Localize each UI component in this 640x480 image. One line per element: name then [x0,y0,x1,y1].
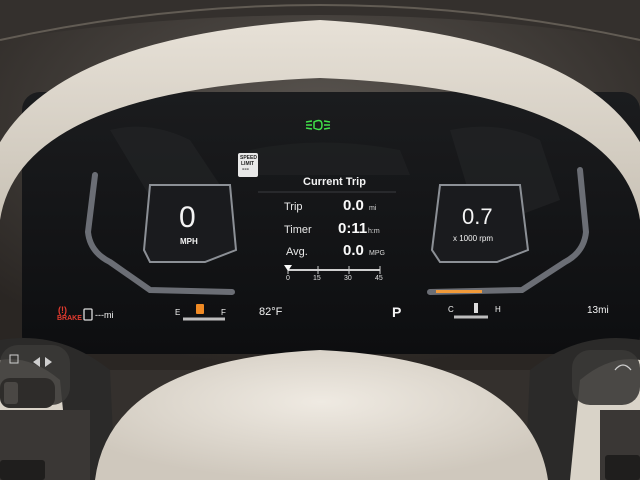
coolant-icon [474,303,478,313]
timer-row-unit: h:m [368,228,380,235]
brake-warning-label: BRAKE [57,315,82,322]
gear-indicator: P [392,304,402,320]
timer-row-label: Timer [284,224,312,236]
fuel-pump-icon [196,304,204,314]
dashboard-scene [0,0,640,480]
mpg-tick-0: 0 [286,275,290,282]
trip-row-value: 0.0 [343,197,364,214]
mpg-tick-45: 45 [375,275,383,282]
coolant-hot-label: H [495,305,501,314]
tach-unit: x 1000 rpm [453,234,494,243]
timer-row-value: 0:11 [338,220,368,237]
trip-row-unit: mi [369,205,377,212]
range-readout: ---mi [95,310,114,320]
avg-row-label: Avg. [286,246,308,258]
right-switch-cluster [572,350,640,405]
mpg-tick-30: 30 [344,275,352,282]
fuel-full-label: F [221,308,226,317]
coolant-cold-label: C [448,305,454,314]
trip-row-label: Trip [284,201,303,213]
speed-unit: MPH [180,237,198,246]
avg-row-unit: MPG [369,250,385,257]
trip-panel-title: Current Trip [303,176,366,188]
speed-limit-value: --- [242,166,249,173]
mpg-tick-15: 15 [313,275,321,282]
speed-value: 0 [179,201,196,234]
tach-value: 0.7 [462,204,493,229]
fuel-empty-label: E [175,308,181,317]
coolant-bar [436,290,482,293]
brake-warning-symbol: (!) [58,305,67,315]
avg-row-value: 0.0 [343,242,364,259]
outside-temp: 82°F [259,306,283,318]
right-odometer: 13mi [587,305,609,316]
